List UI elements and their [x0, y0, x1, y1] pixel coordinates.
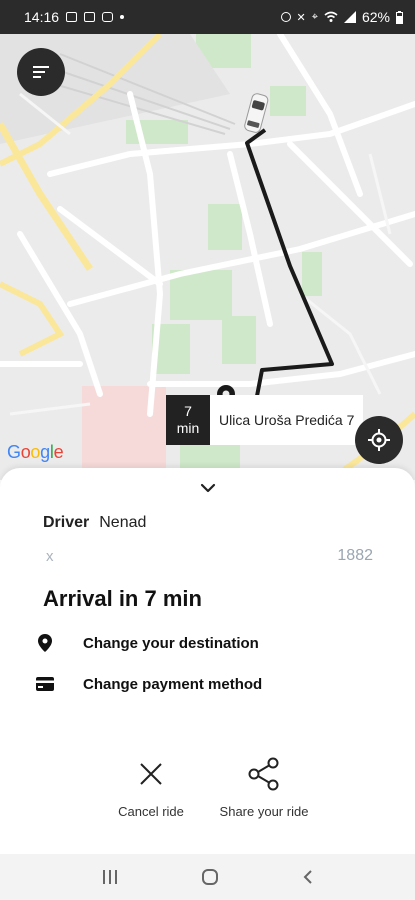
- cast-icon: [102, 12, 114, 22]
- menu-button[interactable]: [17, 48, 65, 96]
- location-pin-icon: [36, 634, 54, 652]
- signal-icon: [343, 11, 356, 23]
- eta-unit: min: [176, 420, 200, 436]
- message-icon: [84, 12, 96, 22]
- cancel-ride-label: Cancel ride: [118, 804, 184, 819]
- ride-bottom-sheet: Driver Nenad x 1882 Arrival in 7 min Chan…: [0, 468, 415, 854]
- change-destination-button[interactable]: Change your destination: [36, 634, 259, 652]
- destination-address[interactable]: Ulica Uroša Predića 7: [210, 395, 363, 445]
- home-icon[interactable]: [201, 868, 219, 886]
- mute-icon: ✕: [296, 11, 306, 24]
- share-ride-label: Share your ride: [219, 804, 309, 819]
- cancel-ride-button[interactable]: Cancel ride: [101, 754, 201, 819]
- credit-card-icon: [36, 675, 54, 693]
- battery-icon: [396, 10, 403, 24]
- battery-text: 62%: [361, 9, 390, 25]
- change-destination-label: Change your destination: [83, 634, 259, 652]
- driver-label: Driver: [43, 514, 90, 531]
- system-nav-bar: [0, 854, 415, 900]
- more-notifications-icon: [120, 15, 125, 19]
- arrival-title: Arrival in 7 min: [43, 586, 202, 611]
- image-icon: [66, 12, 78, 22]
- recent-apps-icon[interactable]: [101, 869, 119, 885]
- driver-info: Driver Nenad: [43, 514, 146, 532]
- driver-name: Nenad: [99, 514, 147, 531]
- my-location-button[interactable]: [355, 416, 403, 464]
- plate-prefix: x: [46, 548, 54, 565]
- back-icon[interactable]: [302, 869, 314, 885]
- close-icon: [140, 763, 162, 785]
- alarm-icon: [280, 12, 291, 22]
- wifi-icon: [324, 11, 338, 22]
- location-icon: ⌖: [311, 10, 318, 23]
- plate-number: 1882: [337, 547, 373, 564]
- chevron-down-icon[interactable]: [197, 480, 219, 496]
- share-icon: [248, 757, 279, 791]
- menu-icon: [33, 66, 49, 78]
- share-ride-button[interactable]: Share your ride: [214, 754, 314, 819]
- status-time: 14:16: [24, 9, 60, 25]
- status-bar: 14:16 ✕ ⌖ 62%: [0, 0, 415, 34]
- crosshair-icon: [368, 429, 390, 451]
- change-payment-button[interactable]: Change payment method: [36, 675, 262, 693]
- google-logo: Google: [7, 442, 64, 462]
- eta-badge: 7 min: [166, 395, 210, 445]
- eta-value: 7: [184, 403, 192, 419]
- change-payment-label: Change payment method: [83, 675, 263, 693]
